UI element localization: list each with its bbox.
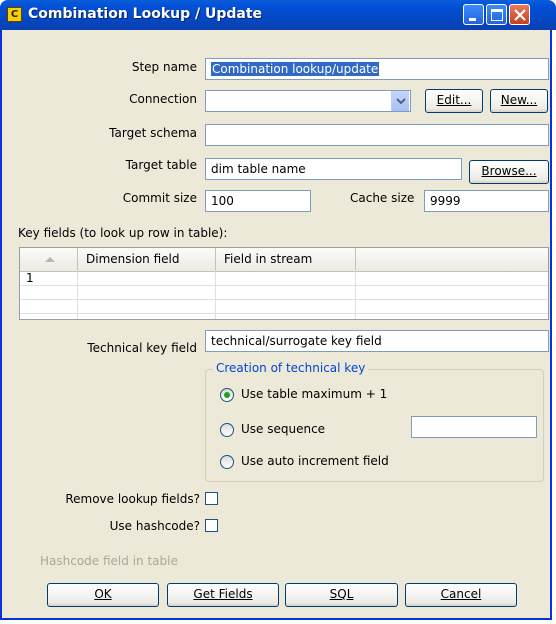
column-divider — [77, 271, 78, 319]
technical-key-group-title: Creation of technical key — [213, 361, 369, 375]
sql-button[interactable]: SQL — [285, 583, 398, 607]
key-fields-label: Key fields (to look up row in table): — [18, 226, 228, 240]
browse-label: Browse... — [481, 164, 537, 178]
radio-use-sequence[interactable] — [220, 423, 234, 437]
radio-auto-increment[interactable] — [220, 455, 234, 469]
browse-button[interactable]: Browse... — [469, 160, 549, 184]
radio-auto-increment-label[interactable]: Use auto increment field — [241, 454, 389, 468]
get-fields-button[interactable]: Get Fields — [167, 583, 279, 607]
window-title: Combination Lookup / Update — [28, 6, 263, 22]
target-table-field[interactable]: dim table name — [205, 158, 462, 180]
new-label: New... — [500, 93, 538, 107]
sequence-name-field[interactable] — [411, 416, 537, 438]
radio-use-sequence-label[interactable]: Use sequence — [241, 422, 325, 436]
title-bar[interactable]: C Combination Lookup / Update — [0, 0, 556, 30]
chevron-down-icon — [396, 98, 406, 105]
app-icon: C — [7, 7, 22, 22]
use-hashcode-label: Use hashcode? — [109, 519, 200, 533]
remove-lookup-label: Remove lookup fields? — [65, 492, 200, 506]
hashcode-field-label: Hashcode field in table — [40, 554, 178, 568]
get-fields-label: Get Fields — [193, 587, 253, 601]
commit-size-field[interactable]: 100 — [205, 190, 311, 212]
radio-table-maximum-label[interactable]: Use table maximum + 1 — [241, 387, 387, 401]
target-schema-label: Target schema — [109, 126, 197, 140]
use-hashcode-checkbox[interactable] — [205, 519, 218, 532]
technical-key-label: Technical key field — [87, 341, 197, 355]
step-name-label: Step name — [131, 60, 197, 74]
maximize-icon — [491, 9, 503, 21]
close-button[interactable] — [509, 4, 530, 25]
close-icon — [514, 9, 526, 21]
minimize-icon — [469, 18, 476, 21]
maximize-button[interactable] — [486, 4, 507, 25]
cancel-button[interactable]: Cancel — [405, 583, 517, 607]
edit-label: Edit... — [436, 93, 472, 107]
radio-selected-dot — [224, 392, 230, 398]
table-row-empty[interactable] — [20, 300, 548, 314]
column-divider — [355, 271, 356, 319]
step-name-value: Combination lookup/update — [211, 62, 380, 76]
radio-table-maximum[interactable] — [220, 388, 234, 402]
ok-button[interactable]: OK — [47, 583, 159, 607]
commit-size-label: Commit size — [122, 191, 197, 205]
sql-label: SQL — [329, 587, 354, 601]
technical-key-field[interactable]: technical/surrogate key field — [205, 330, 549, 352]
step-name-field[interactable]: Combination lookup/update — [205, 58, 549, 80]
sort-up-icon — [45, 257, 55, 262]
new-connection-button[interactable]: New... — [490, 89, 548, 113]
row-number: 1 — [26, 271, 34, 285]
edit-connection-button[interactable]: Edit... — [425, 89, 483, 113]
remove-lookup-checkbox[interactable] — [205, 492, 218, 505]
target-schema-field[interactable] — [205, 124, 549, 146]
cache-size-field[interactable]: 9999 — [424, 190, 549, 212]
ok-label: OK — [94, 587, 112, 601]
target-table-label: Target table — [125, 158, 197, 172]
column-divider — [215, 271, 216, 319]
connection-label: Connection — [129, 92, 197, 106]
minimize-button[interactable] — [463, 4, 484, 25]
table-header: Dimension field Field in stream — [20, 248, 548, 272]
connection-dropdown-button[interactable] — [391, 91, 409, 111]
key-fields-table[interactable]: Dimension field Field in stream 1 — [19, 247, 549, 320]
table-row[interactable]: 1 — [20, 272, 548, 286]
column-header-dimension-field[interactable]: Dimension field — [78, 248, 216, 271]
column-header-field-in-stream[interactable]: Field in stream — [216, 248, 356, 271]
cancel-label: Cancel — [440, 587, 482, 601]
table-row-empty[interactable] — [20, 286, 548, 300]
connection-select[interactable] — [205, 90, 411, 112]
cache-size-label: Cache size — [350, 191, 415, 205]
row-number-header[interactable] — [20, 248, 78, 271]
